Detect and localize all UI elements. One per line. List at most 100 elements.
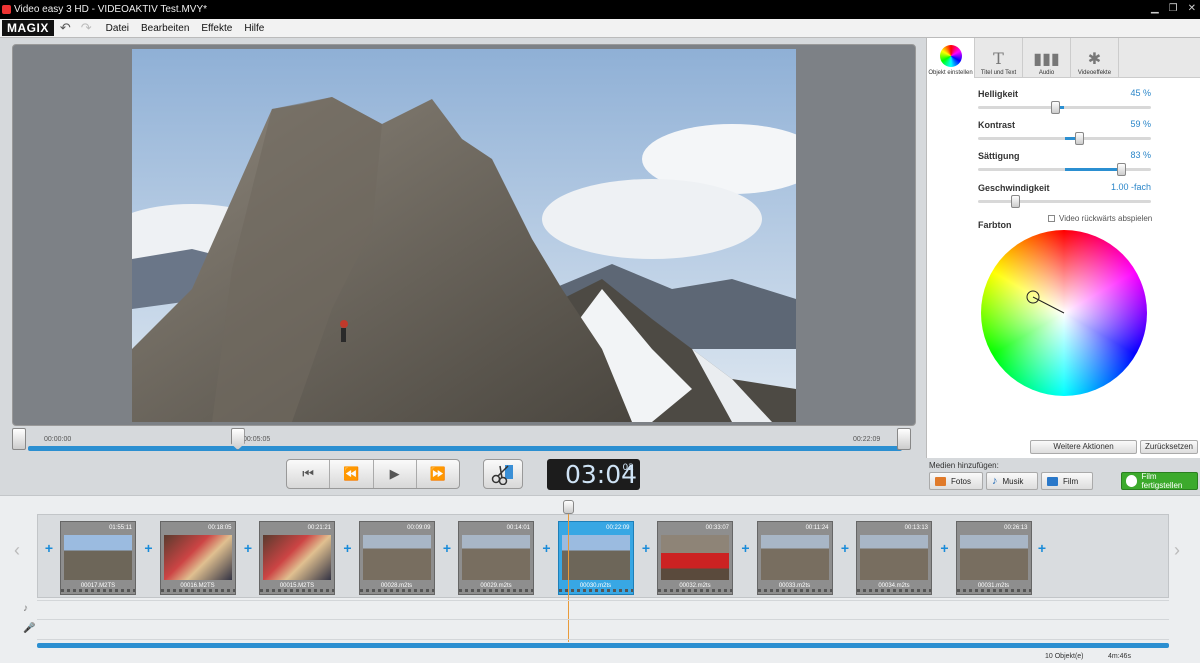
range-end-handle[interactable] bbox=[897, 428, 911, 450]
insert-plus-icon[interactable]: + bbox=[840, 541, 850, 555]
magix-logo: MAGIX bbox=[2, 20, 54, 36]
panel-tabs: Objekt einstellen T Titel und Text ▮▮▮ A… bbox=[927, 38, 1200, 78]
insert-plus-icon[interactable]: + bbox=[741, 541, 751, 555]
clip-item[interactable]: 00:09:09 00028.m2ts bbox=[358, 521, 435, 595]
range-start-handle[interactable] bbox=[12, 428, 26, 450]
menu-hilfe[interactable]: Hilfe bbox=[244, 23, 264, 34]
menu-bearbeiten[interactable]: Bearbeiten bbox=[141, 23, 189, 34]
play-button[interactable]: ▶ bbox=[374, 460, 417, 488]
slider-track[interactable] bbox=[978, 132, 1151, 145]
music-note-icon: ♪ bbox=[23, 603, 28, 614]
cut-button[interactable] bbox=[483, 459, 523, 489]
insert-plus-icon[interactable]: + bbox=[641, 541, 651, 555]
clip-item[interactable]: 00:14:01 00029.m2ts bbox=[458, 521, 534, 595]
menu-datei[interactable]: Datei bbox=[106, 23, 129, 34]
tab-titel-und-text[interactable]: T Titel und Text bbox=[975, 38, 1023, 78]
microphone-icon: 🎤 bbox=[23, 623, 36, 634]
time-start: 00:00:00 bbox=[44, 436, 72, 443]
scroll-left-icon[interactable]: ‹ bbox=[14, 540, 28, 570]
clip-duration: 00:26:13 bbox=[1004, 525, 1028, 531]
clip-item[interactable]: 00:26:13 00031.m2ts bbox=[955, 521, 1032, 595]
slider-knob[interactable] bbox=[1011, 195, 1021, 208]
undo-icon[interactable]: ↶ bbox=[60, 20, 71, 36]
insert-plus-icon[interactable]: + bbox=[1037, 541, 1047, 555]
insert-plus-icon[interactable]: + bbox=[243, 541, 253, 555]
musik-button[interactable]: ♪ Musik bbox=[986, 472, 1038, 490]
minimize-icon[interactable]: ▁ bbox=[1151, 2, 1159, 16]
timeline-scrollbar[interactable] bbox=[37, 643, 1169, 648]
clip-thumbnail bbox=[860, 535, 928, 580]
clip-item[interactable]: 00:33:07 00032.m2ts bbox=[657, 521, 733, 595]
film-icon bbox=[1047, 476, 1058, 486]
slider-track[interactable] bbox=[978, 195, 1151, 208]
farbton-label: Farbton bbox=[978, 220, 1012, 230]
maximize-icon[interactable]: ❐ bbox=[1169, 2, 1178, 16]
clip-item[interactable]: 00:11:24 00033.m2ts bbox=[756, 521, 833, 595]
hue-color-wheel[interactable] bbox=[981, 230, 1147, 396]
scrub-track[interactable] bbox=[28, 446, 902, 451]
insert-plus-icon[interactable]: + bbox=[343, 541, 353, 555]
audio-wave-icon: ▮▮▮ bbox=[1033, 49, 1060, 68]
slider-track[interactable] bbox=[978, 101, 1151, 114]
clip-duration: 00:09:09 bbox=[407, 525, 431, 531]
tab-label: Objekt einstellen bbox=[928, 70, 973, 76]
insert-plus-icon[interactable]: + bbox=[940, 541, 950, 555]
helligkeit-label: Helligkeit bbox=[978, 89, 1019, 99]
insert-plus-icon[interactable]: + bbox=[44, 541, 54, 555]
clip-duration: 00:14:01 bbox=[506, 525, 530, 531]
preview-scrubber: 00:00:00 00:05:05 00:22:09 bbox=[12, 428, 916, 454]
slider-knob[interactable] bbox=[1075, 132, 1085, 145]
tab-audio[interactable]: ▮▮▮ Audio bbox=[1023, 38, 1071, 78]
insert-plus-icon[interactable]: + bbox=[442, 541, 452, 555]
fotos-label: Fotos bbox=[951, 476, 972, 486]
rewind-button[interactable]: ⏪ bbox=[330, 460, 374, 488]
film-button[interactable]: Film bbox=[1041, 472, 1093, 490]
film-reel-icon bbox=[1126, 475, 1138, 487]
window-title: Video easy 3 HD - VIDEOAKTIV Test.MVY* bbox=[14, 4, 208, 15]
clip-duration: 00:22:09 bbox=[606, 525, 630, 531]
clip-item[interactable]: 01:55:11 00017.M2TS bbox=[60, 521, 136, 595]
weitere-aktionen-button[interactable]: Weitere Aktionen bbox=[1030, 440, 1137, 454]
clip-thumbnail bbox=[561, 535, 630, 580]
clip-thumbnail bbox=[959, 535, 1028, 580]
film-fertigstellen-button[interactable]: Film fertigstellen bbox=[1121, 472, 1198, 490]
slider-track[interactable] bbox=[978, 163, 1151, 176]
tab-videoeffekte[interactable]: ✱ Videoeffekte bbox=[1071, 38, 1119, 78]
saettigung-slider: Sättigung 83 % bbox=[978, 150, 1151, 176]
fast-forward-button[interactable]: ⏩ bbox=[417, 460, 459, 488]
scroll-right-icon[interactable]: › bbox=[1174, 540, 1188, 570]
voice-track[interactable] bbox=[37, 620, 1169, 640]
checkbox-box[interactable] bbox=[1048, 215, 1055, 222]
film-perforation bbox=[857, 589, 931, 592]
fotos-button[interactable]: Fotos bbox=[929, 472, 983, 490]
clip-item[interactable]: 00:21:21 00015.M2TS bbox=[259, 521, 335, 595]
music-track[interactable] bbox=[37, 600, 1169, 620]
tab-label: Audio bbox=[1038, 70, 1055, 76]
menu-effekte[interactable]: Effekte bbox=[201, 23, 232, 34]
insert-plus-icon[interactable]: + bbox=[144, 541, 154, 555]
clip-thumbnail bbox=[462, 535, 530, 580]
hue-picker[interactable] bbox=[981, 230, 1147, 396]
clip-item[interactable]: 00:18:05 00016.M2TS bbox=[159, 521, 236, 595]
clip-thumbnail bbox=[362, 535, 431, 580]
transport-controls: ⏮ ⏪ ▶ ⏩ bbox=[286, 459, 460, 489]
time-end: 00:22:09 bbox=[853, 436, 881, 443]
redo-icon[interactable]: ↷ bbox=[81, 20, 92, 36]
reverse-checkbox[interactable]: Video rückwärts abspielen bbox=[1048, 214, 1152, 223]
insert-plus-icon[interactable]: + bbox=[542, 541, 552, 555]
menubar: MAGIX ↶ ↷ Datei Bearbeiten Effekte Hilfe bbox=[0, 19, 1200, 38]
tab-objekt-einstellen[interactable]: Objekt einstellen bbox=[927, 38, 975, 78]
skip-start-button[interactable]: ⏮ bbox=[287, 460, 331, 488]
kontrast-value: 59 % bbox=[1130, 119, 1151, 129]
time-marker: 00:05:05 bbox=[243, 436, 271, 443]
saettigung-label: Sättigung bbox=[978, 151, 1020, 161]
zuruecksetzen-button[interactable]: Zurücksetzen bbox=[1140, 440, 1198, 454]
clip-item[interactable]: 00:13:13 00034.m2ts bbox=[856, 521, 932, 595]
slider-knob[interactable] bbox=[1050, 101, 1060, 114]
timeline-cursor-handle[interactable] bbox=[563, 500, 574, 514]
slider-knob[interactable] bbox=[1116, 163, 1126, 176]
medien-label: Medien hinzufügen: bbox=[929, 461, 999, 470]
scissors-icon bbox=[491, 465, 513, 485]
close-icon[interactable]: ✕ bbox=[1188, 2, 1196, 16]
film-perforation bbox=[459, 589, 533, 592]
